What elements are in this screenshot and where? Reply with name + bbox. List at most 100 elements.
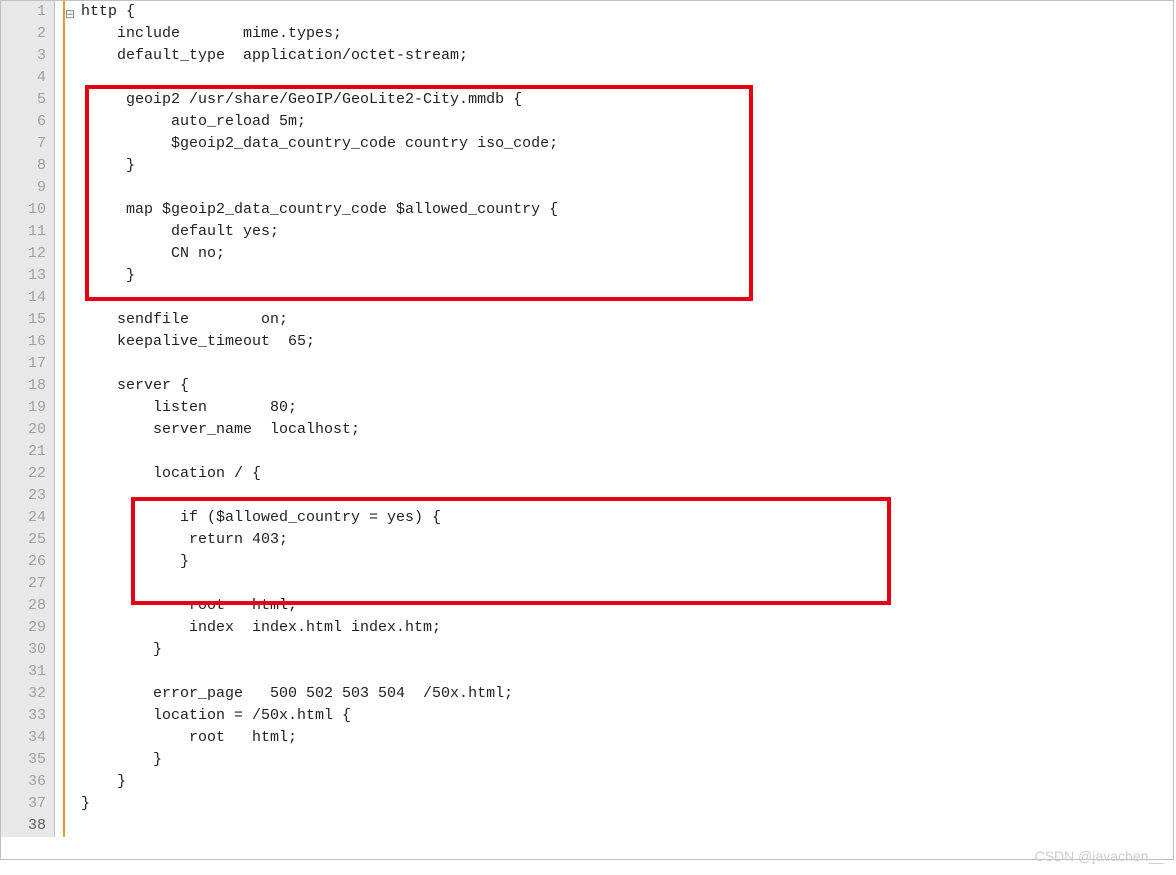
code-text[interactable]: default_type application/octet-stream; <box>79 45 1173 67</box>
code-text[interactable]: auto_reload 5m; <box>79 111 1173 133</box>
change-marker <box>63 683 65 705</box>
code-row[interactable]: 3 default_type application/octet-stream; <box>1 45 1173 67</box>
code-row[interactable]: 19 listen 80; <box>1 397 1173 419</box>
change-marker <box>63 23 65 45</box>
code-row[interactable]: 25 return 403; <box>1 529 1173 551</box>
code-text[interactable]: } <box>79 771 1173 793</box>
code-row[interactable]: 30 } <box>1 639 1173 661</box>
code-text[interactable]: } <box>79 749 1173 771</box>
code-text[interactable]: server { <box>79 375 1173 397</box>
line-number: 12 <box>1 243 55 265</box>
code-text[interactable]: geoip2 /usr/share/GeoIP/GeoLite2-City.mm… <box>79 89 1173 111</box>
code-row[interactable]: 6 auto_reload 5m; <box>1 111 1173 133</box>
code-row[interactable]: 28 root html; <box>1 595 1173 617</box>
change-marker <box>63 309 65 331</box>
line-number: 9 <box>1 177 55 199</box>
code-text[interactable]: $geoip2_data_country_code country iso_co… <box>79 133 1173 155</box>
code-row[interactable]: 31 <box>1 661 1173 683</box>
code-text[interactable]: } <box>79 551 1173 573</box>
watermark: CSDN @javachen__ <box>1035 845 1164 867</box>
code-row[interactable]: 2 include mime.types; <box>1 23 1173 45</box>
change-marker <box>63 353 65 375</box>
code-row[interactable]: 33 location = /50x.html { <box>1 705 1173 727</box>
code-text[interactable]: sendfile on; <box>79 309 1173 331</box>
code-row[interactable]: 11 default yes; <box>1 221 1173 243</box>
code-row[interactable]: 13 } <box>1 265 1173 287</box>
code-row[interactable]: 34 root html; <box>1 727 1173 749</box>
code-row[interactable]: 20 server_name localhost; <box>1 419 1173 441</box>
change-marker <box>63 595 65 617</box>
change-marker <box>63 133 65 155</box>
change-marker <box>63 111 65 133</box>
code-row[interactable]: 18 server { <box>1 375 1173 397</box>
code-row[interactable]: 10 map $geoip2_data_country_code $allowe… <box>1 199 1173 221</box>
change-marker <box>63 375 65 397</box>
code-text[interactable]: include mime.types; <box>79 23 1173 45</box>
code-row[interactable]: 16 keepalive_timeout 65; <box>1 331 1173 353</box>
code-row[interactable]: 14 <box>1 287 1173 309</box>
line-number: 24 <box>1 507 55 529</box>
line-number: 34 <box>1 727 55 749</box>
line-number: 29 <box>1 617 55 639</box>
code-text[interactable]: location = /50x.html { <box>79 705 1173 727</box>
code-row[interactable]: 21 <box>1 441 1173 463</box>
code-text[interactable]: } <box>79 639 1173 661</box>
code-row[interactable]: 4 <box>1 67 1173 89</box>
change-marker <box>63 199 65 221</box>
code-text[interactable]: root html; <box>79 727 1173 749</box>
code-row[interactable]: 35 } <box>1 749 1173 771</box>
code-row[interactable]: 15 sendfile on; <box>1 309 1173 331</box>
change-marker <box>63 331 65 353</box>
code-text[interactable]: listen 80; <box>79 397 1173 419</box>
code-row[interactable]: 29 index index.html index.htm; <box>1 617 1173 639</box>
code-text[interactable]: map $geoip2_data_country_code $allowed_c… <box>79 199 1173 221</box>
code-row[interactable]: 1 http { <box>1 1 1173 23</box>
line-number: 19 <box>1 397 55 419</box>
code-row[interactable]: 7 $geoip2_data_country_code country iso_… <box>1 133 1173 155</box>
code-row[interactable]: 37} <box>1 793 1173 815</box>
code-row[interactable]: 23 <box>1 485 1173 507</box>
code-text[interactable]: } <box>79 155 1173 177</box>
code-row[interactable]: 36 } <box>1 771 1173 793</box>
change-marker <box>63 287 65 309</box>
code-text[interactable]: keepalive_timeout 65; <box>79 331 1173 353</box>
code-row[interactable]: 17 <box>1 353 1173 375</box>
code-row[interactable]: 22 location / { <box>1 463 1173 485</box>
line-number: 4 <box>1 67 55 89</box>
code-text[interactable]: } <box>79 265 1173 287</box>
line-number: 20 <box>1 419 55 441</box>
code-row[interactable]: 24 if ($allowed_country = yes) { <box>1 507 1173 529</box>
code-row[interactable]: 27 <box>1 573 1173 595</box>
code-text[interactable]: error_page 500 502 503 504 /50x.html; <box>79 683 1173 705</box>
line-number: 8 <box>1 155 55 177</box>
code-text[interactable]: } <box>79 793 1173 815</box>
line-number: 7 <box>1 133 55 155</box>
line-number: 14 <box>1 287 55 309</box>
change-marker <box>63 485 65 507</box>
code-text[interactable]: server_name localhost; <box>79 419 1173 441</box>
code-text[interactable]: index index.html index.htm; <box>79 617 1173 639</box>
code-text[interactable]: location / { <box>79 463 1173 485</box>
line-number: 28 <box>1 595 55 617</box>
code-row[interactable]: 8 } <box>1 155 1173 177</box>
code-text[interactable]: root html; <box>79 595 1173 617</box>
change-marker <box>63 243 65 265</box>
code-text[interactable]: default yes; <box>79 221 1173 243</box>
change-marker <box>63 573 65 595</box>
code-text[interactable]: if ($allowed_country = yes) { <box>79 507 1173 529</box>
change-marker <box>63 771 65 793</box>
code-row[interactable]: 9 <box>1 177 1173 199</box>
code-text[interactable]: return 403; <box>79 529 1173 551</box>
code-text[interactable]: CN no; <box>79 243 1173 265</box>
code-row[interactable]: 12 CN no; <box>1 243 1173 265</box>
line-number: 1 <box>1 1 55 23</box>
change-marker <box>63 89 65 111</box>
change-marker <box>63 705 65 727</box>
line-number: 30 <box>1 639 55 661</box>
code-row[interactable]: 38 <box>1 815 1173 837</box>
code-row[interactable]: 26 } <box>1 551 1173 573</box>
line-number: 35 <box>1 749 55 771</box>
code-row[interactable]: 32 error_page 500 502 503 504 /50x.html; <box>1 683 1173 705</box>
code-text[interactable]: http { <box>79 1 1173 23</box>
code-row[interactable]: 5 geoip2 /usr/share/GeoIP/GeoLite2-City.… <box>1 89 1173 111</box>
